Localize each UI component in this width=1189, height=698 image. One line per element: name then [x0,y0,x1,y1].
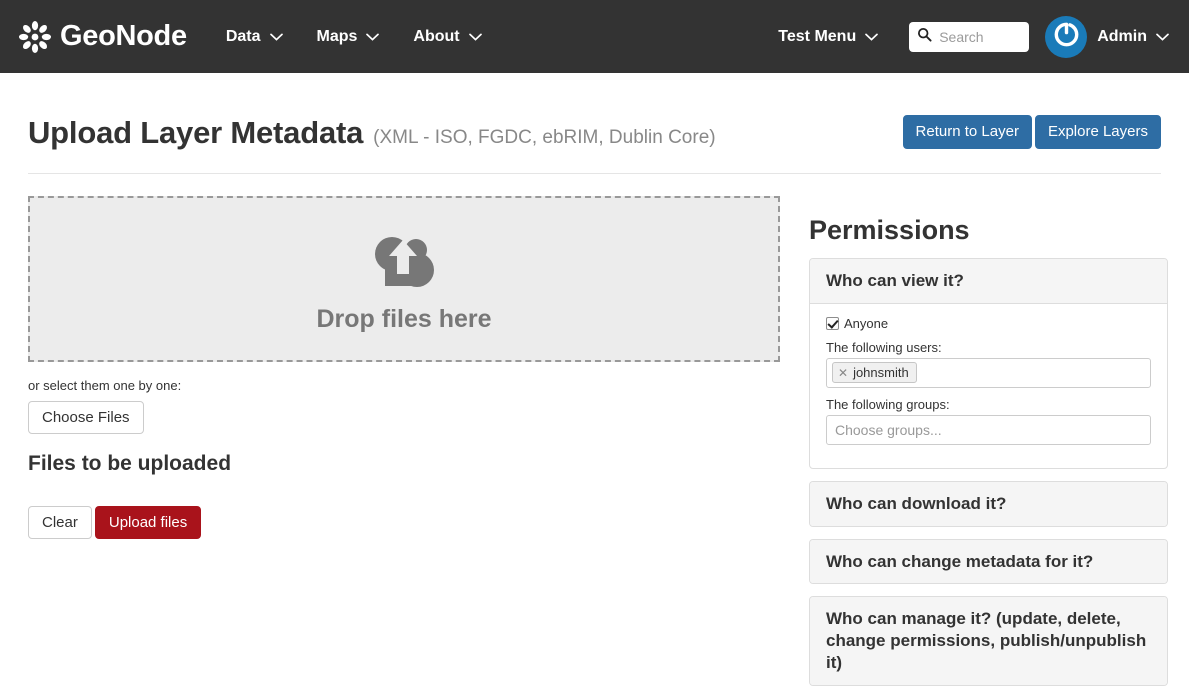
permission-panel-manage: Who can manage it? (update, delete, chan… [809,596,1168,686]
permission-panel-download-heading[interactable]: Who can download it? [810,481,1167,526]
file-dropzone[interactable]: Drop files here [28,196,780,362]
brand-name: GeoNode [60,20,187,52]
groups-select[interactable]: Choose groups... [826,414,1151,445]
upload-section: Drop files here or select them one by on… [28,196,780,539]
permission-panel-view: Who can view it? Anyone The following us… [809,258,1168,469]
top-navbar: GeoNode Data Maps About Test Menu Search… [0,0,1189,73]
files-to-upload-heading: Files to be uploaded [28,452,232,475]
navbar-right: Test Menu Admin [761,15,1175,58]
close-icon[interactable]: ✕ [838,367,848,379]
permission-panel-metadata: Who can change metadata for it? [809,538,1168,585]
nav-item-about[interactable]: About [396,28,498,46]
following-users-label: The following users: [826,339,942,355]
anyone-label: Anyone [844,315,889,331]
nav-item-maps[interactable]: Maps [300,28,397,46]
choose-files-button[interactable]: Choose Files [28,401,144,434]
search-input[interactable] [939,28,1022,45]
header-divider [28,173,1161,174]
permission-panel-download: Who can download it? [809,480,1168,527]
groups-placeholder: Choose groups... [835,421,942,438]
page-header: Upload Layer Metadata (XML - ISO, FGDC, … [0,73,1189,173]
cloud-upload-icon [359,224,449,301]
nav-item-data-label: Data [225,27,261,45]
chevron-down-icon [269,33,283,41]
page-title-row: Upload Layer Metadata (XML - ISO, FGDC, … [28,115,716,151]
permissions-section: Permissions Who can view it? Anyone The … [809,215,1168,698]
search-icon [917,27,932,47]
return-to-layer-button[interactable]: Return to Layer [902,115,1032,149]
avatar[interactable] [1045,15,1088,58]
nav-item-test-menu[interactable]: Test Menu [761,28,895,46]
header-actions: Return to Layer Explore Layers [902,115,1161,149]
page-subtitle: (XML - ISO, FGDC, ebRIM, Dublin Core) [373,127,716,148]
clear-button[interactable]: Clear [28,506,92,539]
permission-panel-manage-heading[interactable]: Who can manage it? (update, delete, chan… [810,597,1167,685]
search-box[interactable] [909,21,1030,52]
select-files-hint: or select them one by one: [28,378,182,393]
file-actions: Clear Upload files [28,506,780,539]
explore-layers-button[interactable]: Explore Layers [1034,115,1161,149]
nav-item-test-menu-label: Test Menu [778,27,857,45]
user-token-label: johnsmith [853,365,909,381]
chevron-down-icon [468,33,482,41]
page-title: Upload Layer Metadata [28,115,364,150]
following-groups-label: The following groups: [826,396,950,412]
nav-item-maps-label: Maps [316,27,358,45]
upload-files-button[interactable]: Upload files [94,506,202,539]
user-menu-label: Admin [1097,27,1147,45]
permission-panel-metadata-heading[interactable]: Who can change metadata for it? [810,539,1167,584]
chevron-down-icon [865,33,879,41]
nav-item-about-label: About [413,27,460,45]
permission-panel-view-body: Anyone The following users: ✕ johnsmith … [810,304,1167,468]
brand-link[interactable]: GeoNode [18,20,187,54]
main-nav: Data Maps About [209,28,499,46]
anyone-checkbox[interactable] [826,316,839,330]
dropzone-label: Drop files here [316,305,492,333]
user-menu[interactable]: Admin [1097,28,1175,46]
gravatar-avatar-icon [1053,21,1080,53]
anyone-checkbox-row[interactable]: Anyone [826,316,1151,331]
chevron-down-icon [366,33,380,41]
nav-item-data[interactable]: Data [209,28,300,46]
permission-panel-view-heading[interactable]: Who can view it? [810,259,1167,304]
geonode-flower-logo-icon [18,20,52,54]
user-token[interactable]: ✕ johnsmith [832,362,917,384]
users-select[interactable]: ✕ johnsmith [826,357,1151,388]
chevron-down-icon [1156,33,1169,41]
permissions-title: Permissions [809,215,970,245]
